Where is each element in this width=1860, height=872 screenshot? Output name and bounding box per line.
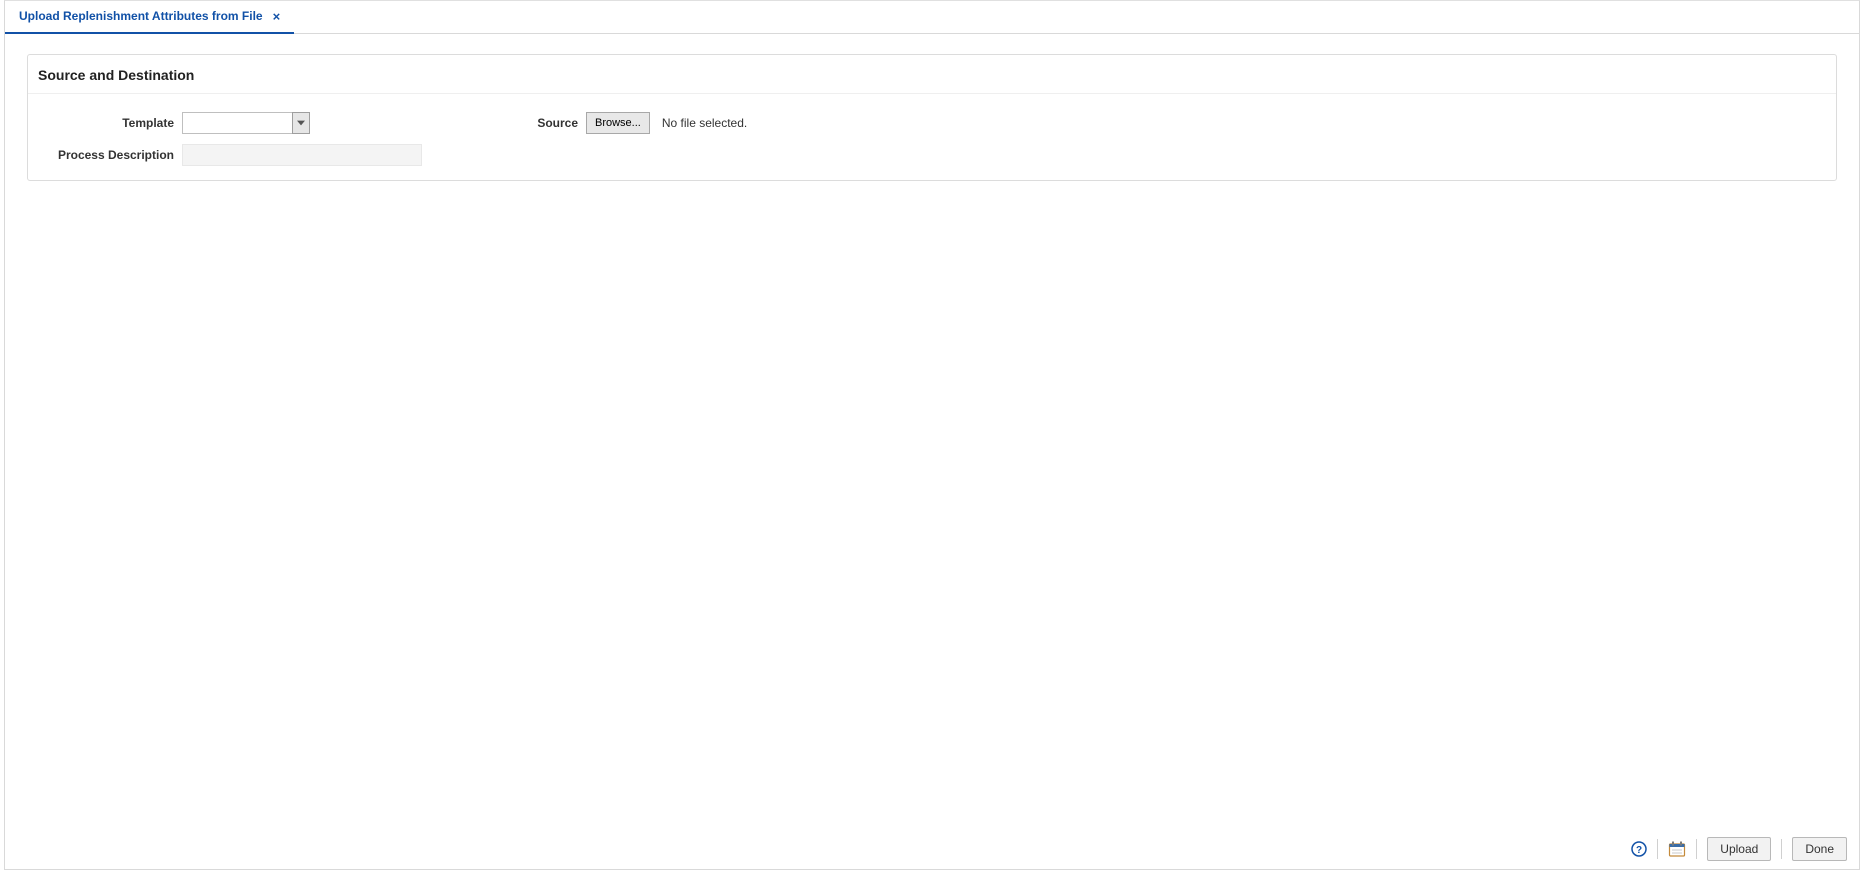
upload-button[interactable]: Upload	[1707, 837, 1771, 861]
form-column-right: Source Browse... No file selected.	[498, 112, 747, 166]
process-description-row: Process Description	[38, 144, 438, 166]
content-area: Source and Destination Template	[5, 34, 1859, 829]
divider	[1657, 839, 1658, 859]
browse-button[interactable]: Browse...	[586, 112, 650, 134]
process-description-label: Process Description	[38, 148, 174, 162]
tab-bar: Upload Replenishment Attributes from Fil…	[5, 1, 1859, 34]
template-label: Template	[38, 116, 174, 130]
svg-text:?: ?	[1636, 845, 1642, 856]
panel-body: Template Process Description	[28, 94, 1836, 180]
file-status-text: No file selected.	[662, 116, 747, 130]
divider	[1696, 839, 1697, 859]
chevron-down-icon[interactable]	[292, 112, 310, 134]
close-icon[interactable]: ×	[273, 10, 281, 23]
done-button[interactable]: Done	[1792, 837, 1847, 861]
source-label: Source	[498, 116, 578, 130]
template-combobox[interactable]	[182, 112, 310, 134]
source-destination-panel: Source and Destination Template	[27, 54, 1837, 181]
template-row: Template	[38, 112, 438, 134]
divider	[1781, 839, 1782, 859]
form-grid: Template Process Description	[38, 112, 1826, 166]
tab-label: Upload Replenishment Attributes from Fil…	[19, 9, 263, 23]
template-input[interactable]	[182, 112, 292, 134]
footer-toolbar: ? Upload Done	[5, 829, 1859, 869]
schedule-icon[interactable]	[1668, 841, 1686, 857]
app-frame: Upload Replenishment Attributes from Fil…	[4, 0, 1860, 870]
source-row: Source Browse... No file selected.	[498, 112, 747, 134]
tab-upload-replenishment[interactable]: Upload Replenishment Attributes from Fil…	[5, 1, 294, 34]
process-description-field	[182, 144, 422, 166]
help-icon[interactable]: ?	[1631, 841, 1647, 857]
form-column-left: Template Process Description	[38, 112, 438, 166]
panel-title: Source and Destination	[28, 55, 1836, 94]
